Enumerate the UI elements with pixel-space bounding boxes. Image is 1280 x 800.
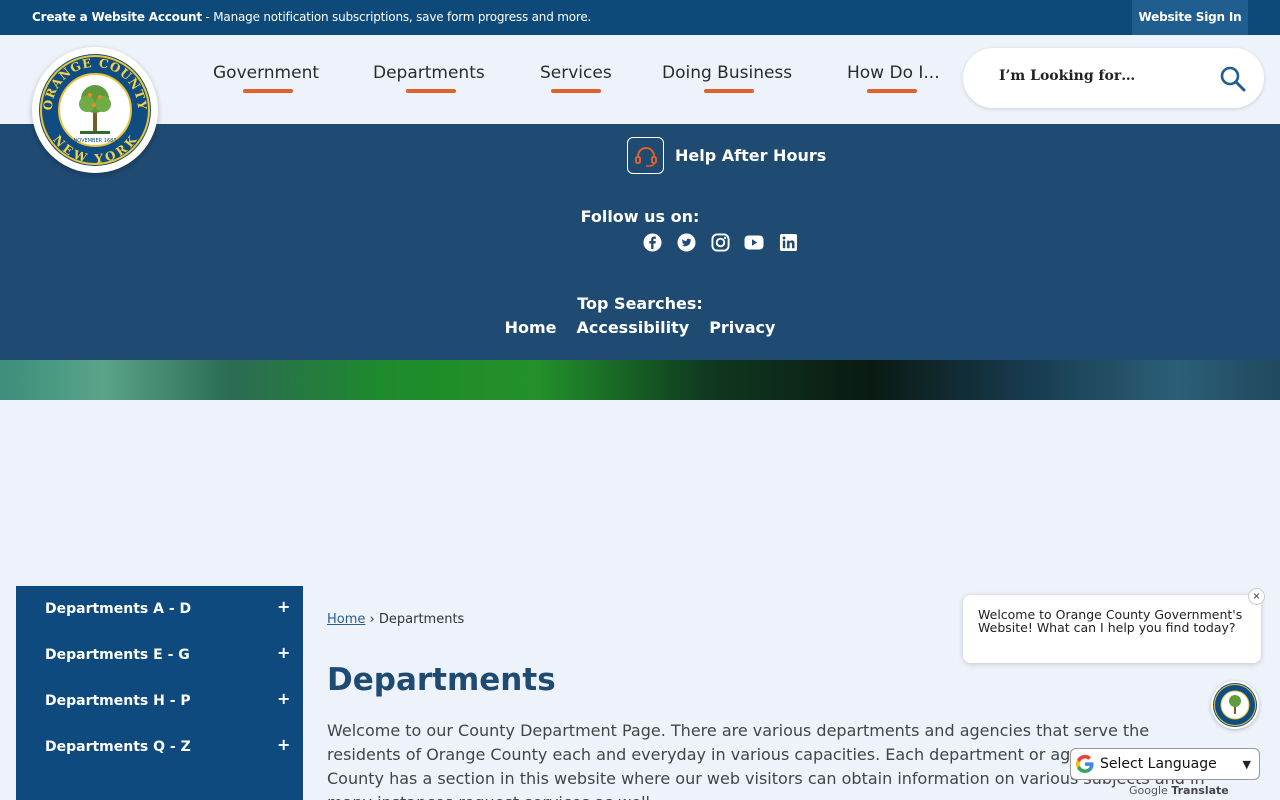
linkedin-icon[interactable] <box>778 232 798 252</box>
chatbot-greeting-bubble[interactable]: Welcome to Orange County Government's We… <box>963 595 1261 663</box>
search-input[interactable] <box>999 68 1219 84</box>
expand-plus-icon[interactable]: + <box>277 689 290 708</box>
website-sign-in-button[interactable]: Website Sign In <box>1132 0 1248 35</box>
nav-departments-underline <box>406 89 456 93</box>
breadcrumb: Home › Departments <box>327 612 464 627</box>
youtube-icon[interactable] <box>744 232 764 252</box>
site-search <box>963 48 1264 108</box>
expand-plus-icon[interactable]: + <box>277 735 290 754</box>
instagram-icon[interactable] <box>710 232 730 252</box>
social-links <box>642 232 812 252</box>
create-account-title[interactable]: Create a Website Account <box>32 10 202 24</box>
county-seal-icon <box>1213 683 1257 727</box>
page-title: Departments <box>327 662 556 698</box>
sidebar-item-label: Departments H - P <box>45 693 191 709</box>
twitter-icon[interactable] <box>676 232 696 252</box>
nav-government-underline <box>243 89 293 93</box>
chat-close-button[interactable]: × <box>1248 588 1265 605</box>
seal-date-text: NOVEMBER 1683 <box>74 138 117 144</box>
account-bar: Create a Website Account - Manage notifi… <box>0 0 1280 35</box>
nav-how-do-i[interactable]: How Do I... <box>847 63 940 83</box>
breadcrumb-current: Departments <box>378 612 465 627</box>
county-seal-icon: ORANGE COUNTY NEW YORK NOVEMBER 1683 <box>35 50 155 170</box>
top-searches-heading: Top Searches: <box>577 294 703 313</box>
translate-wordmark: Translate <box>1171 784 1229 797</box>
hero-banner-image <box>0 360 1280 400</box>
expand-plus-icon[interactable]: + <box>277 643 290 662</box>
sidebar-item-departments-a-d[interactable]: Departments A - D + <box>16 586 303 632</box>
google-wordmark: Google <box>1129 784 1168 797</box>
language-select-label: Select Language <box>1100 756 1217 772</box>
create-account-description: - Manage notification subscriptions, sav… <box>201 10 592 24</box>
nav-services-underline <box>551 89 601 93</box>
breadcrumb-home-link[interactable]: Home <box>327 612 365 627</box>
top-searches-links: Home Accessibility Privacy <box>0 318 1280 337</box>
headset-icon <box>627 137 664 174</box>
sidebar-item-departments-h-p[interactable]: Departments H - P + <box>16 678 303 724</box>
nav-services[interactable]: Services <box>540 63 612 83</box>
departments-sidebar: Departments A - D + Departments E - G + … <box>16 586 303 800</box>
help-after-hours-link[interactable]: Help After Hours <box>627 137 826 174</box>
expand-plus-icon[interactable]: + <box>277 597 290 616</box>
breadcrumb-separator: › <box>369 612 375 627</box>
google-g-icon <box>1076 754 1094 773</box>
chatbot-launcher-button[interactable] <box>1211 681 1259 729</box>
county-seal-logo[interactable]: ORANGE COUNTY NEW YORK NOVEMBER 1683 <box>32 47 158 173</box>
nav-government[interactable]: Government <box>213 63 319 83</box>
sidebar-item-label: Departments E - G <box>45 647 190 663</box>
top-search-home[interactable]: Home <box>505 318 557 337</box>
nav-departments[interactable]: Departments <box>373 63 485 83</box>
language-select[interactable]: Select Language ▼ <box>1070 748 1260 780</box>
sidebar-item-departments-q-z[interactable]: Departments Q - Z + <box>16 724 303 770</box>
powered-by-google-translate[interactable]: Google Translate <box>1129 784 1229 797</box>
chevron-down-icon: ▼ <box>1242 758 1251 771</box>
top-search-accessibility[interactable]: Accessibility <box>576 318 689 337</box>
nav-how-do-i-underline <box>867 89 917 93</box>
sidebar-item-departments-e-g[interactable]: Departments E - G + <box>16 632 303 678</box>
create-account-link[interactable]: Create a Website Account - Manage notifi… <box>32 10 591 24</box>
top-search-privacy[interactable]: Privacy <box>709 318 775 337</box>
sidebar-item-label: Departments Q - Z <box>45 739 191 755</box>
help-after-hours-label: Help After Hours <box>675 146 827 165</box>
follow-us-heading: Follow us on: <box>580 207 700 226</box>
facebook-icon[interactable] <box>642 232 662 252</box>
nav-doing-business-underline <box>704 89 754 93</box>
sidebar-item-label: Departments A - D <box>45 601 192 617</box>
nav-doing-business[interactable]: Doing Business <box>662 63 792 83</box>
search-icon[interactable] <box>1219 65 1247 93</box>
